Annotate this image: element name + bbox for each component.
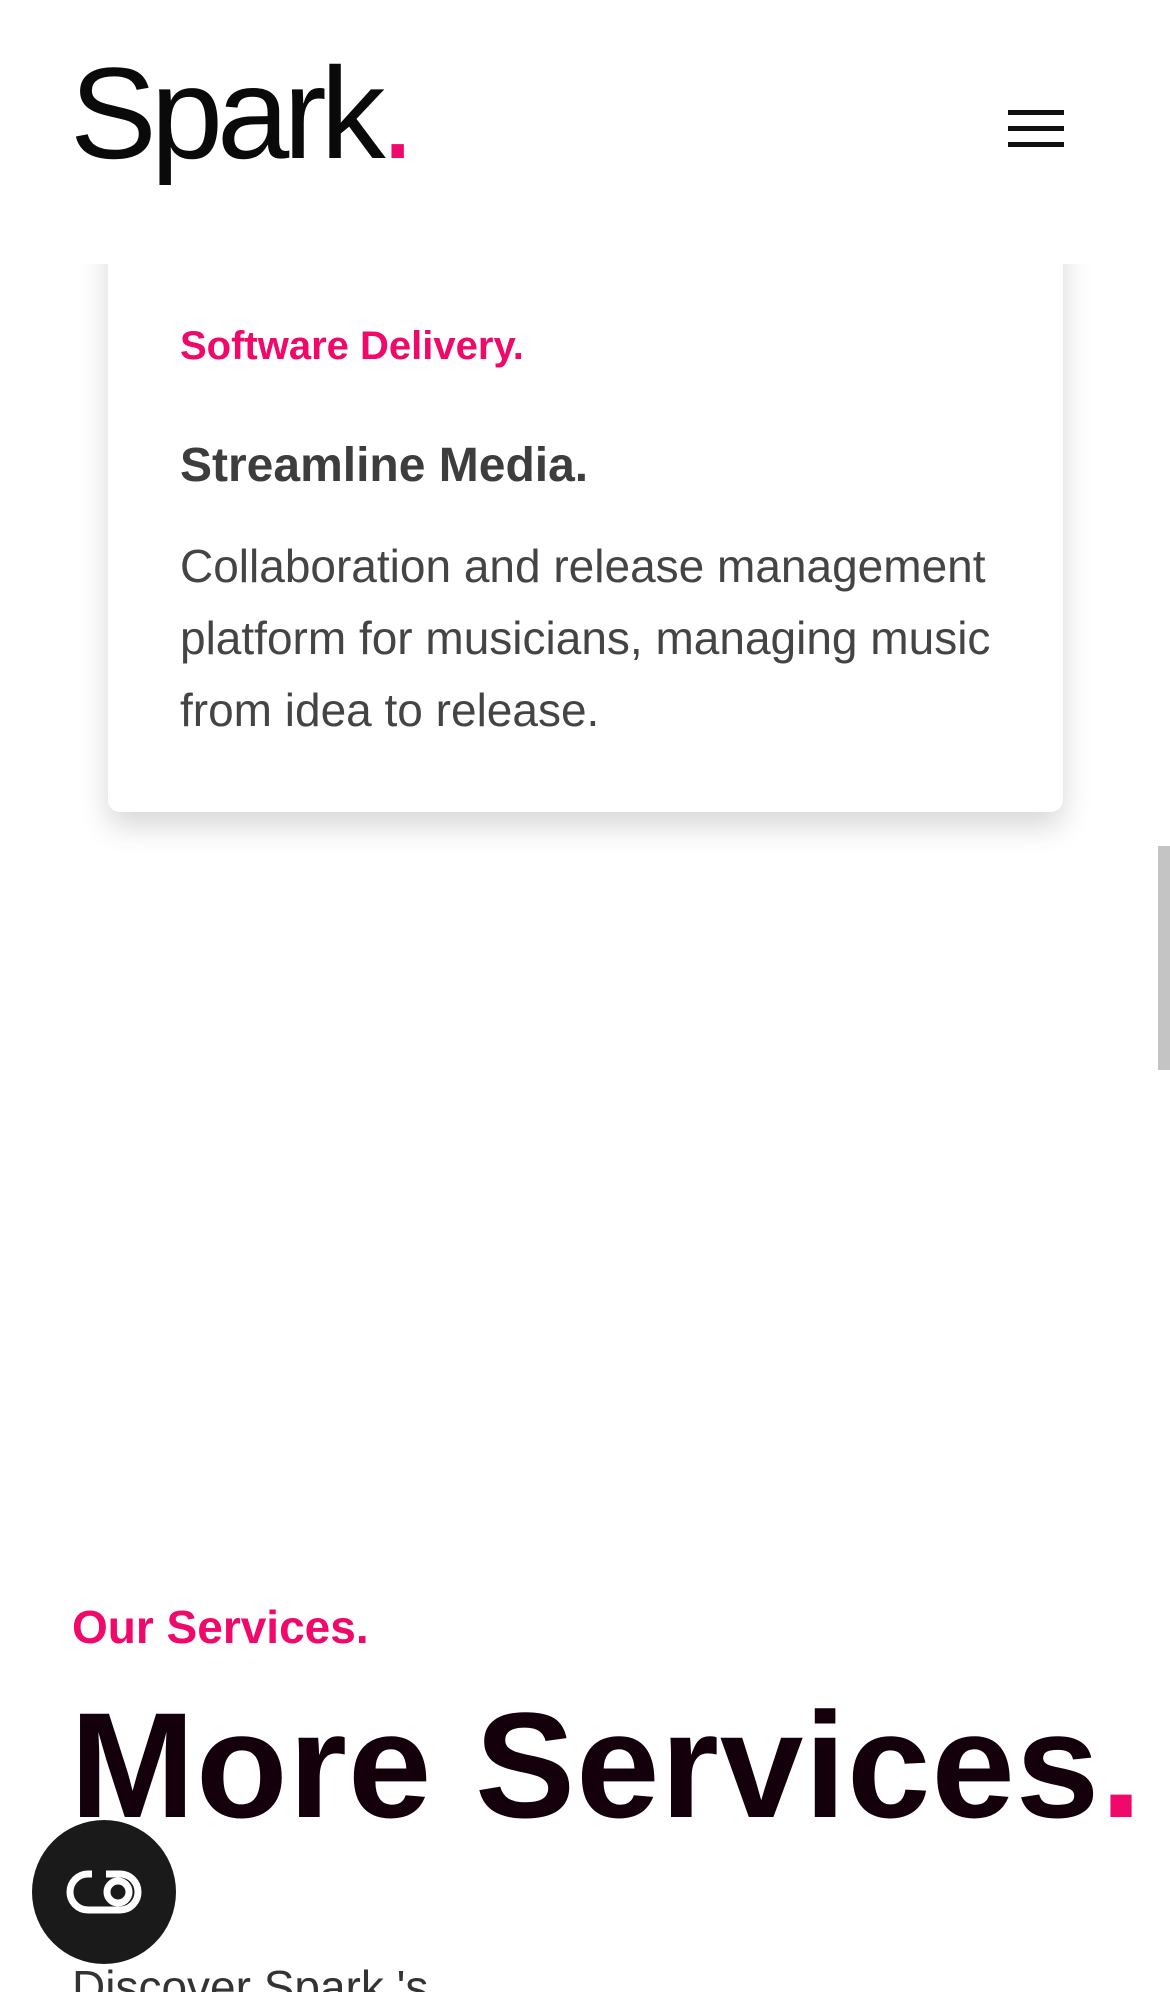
menu-bar-top (1008, 110, 1064, 115)
hamburger-menu-icon[interactable] (1008, 110, 1068, 154)
project-card[interactable]: Software Delivery. Streamline Media. Col… (108, 210, 1063, 812)
logo-text: Spark (70, 40, 386, 186)
accessibility-toggle-icon (66, 1870, 142, 1914)
card-eyebrow: Software Delivery. (180, 324, 524, 368)
page: Spark. Software Delivery. Streamline Med… (0, 0, 1170, 1992)
services-heading-dot: . (1100, 1681, 1143, 1849)
menu-bar-bottom (1008, 142, 1064, 147)
card-title: Streamline Media. (180, 439, 589, 492)
site-header: Spark. (0, 0, 1170, 264)
services-heading: More Services. (70, 1690, 1143, 1840)
scrollbar-thumb[interactable] (1158, 846, 1170, 1070)
logo-dot: . (379, 40, 416, 186)
card-description: Collaboration and release management pla… (180, 540, 991, 736)
services-eyebrow: Our Services. (72, 1601, 369, 1653)
accessibility-toggle-button[interactable] (32, 1820, 176, 1964)
logo[interactable]: Spark. (70, 48, 416, 178)
menu-bar-middle (1008, 126, 1064, 131)
services-intro: Discover Spark 's (72, 1961, 429, 1992)
services-heading-text: More Services (70, 1681, 1101, 1849)
